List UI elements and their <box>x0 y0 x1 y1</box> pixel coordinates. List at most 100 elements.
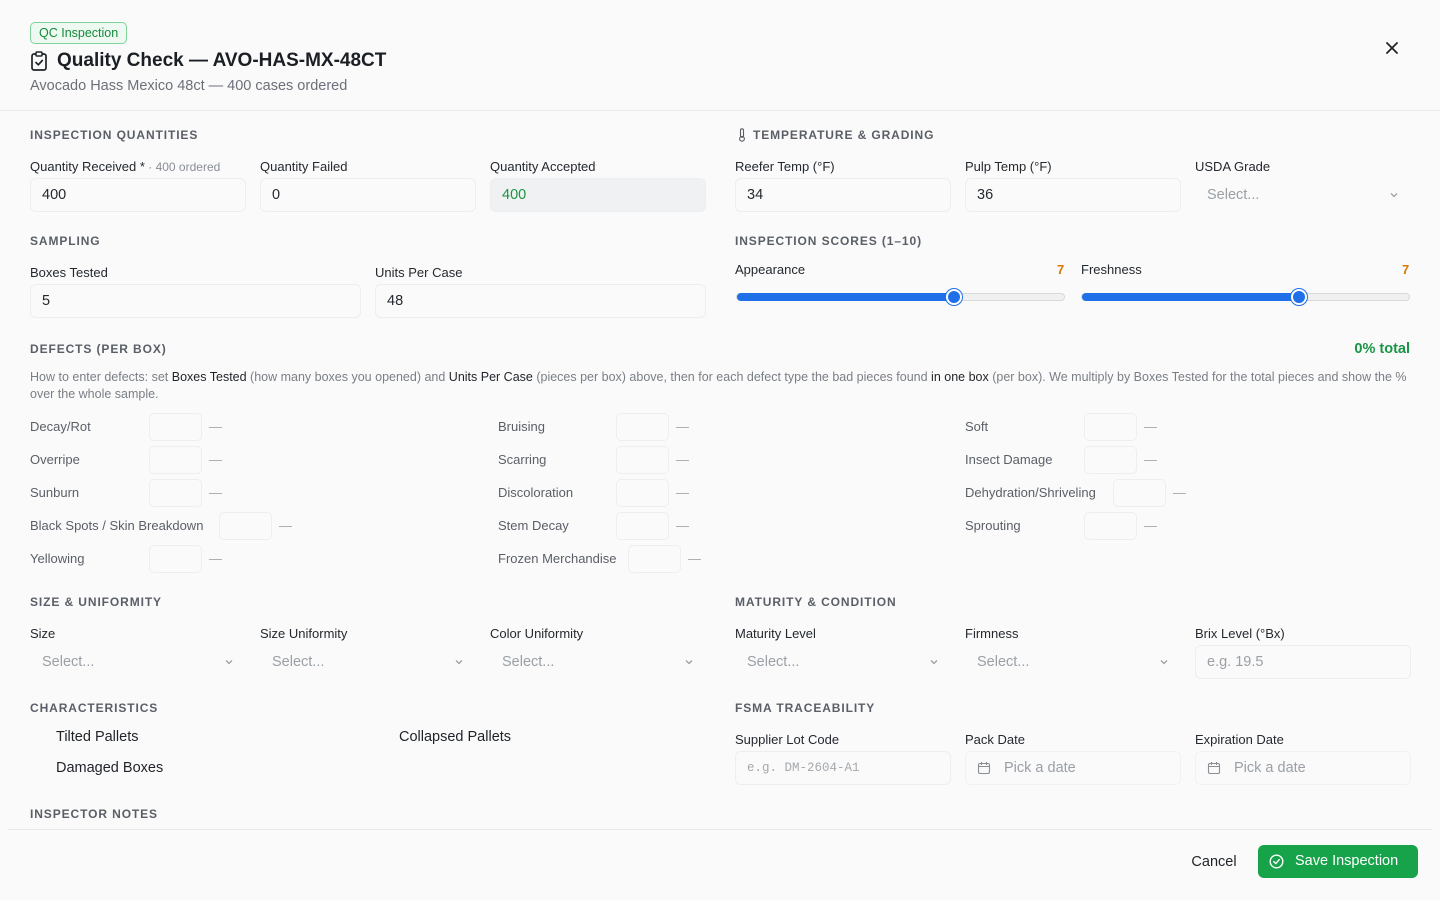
defect-percent-bruising: — <box>676 419 689 434</box>
checkbox-icon[interactable] <box>30 760 48 778</box>
inspection-scores-heading: INSPECTION SCORES (1–10) <box>735 234 922 248</box>
defect-label-dehydration-shriveling: Dehydration/Shriveling <box>965 485 1096 500</box>
defects-total: 0% total <box>1354 341 1410 357</box>
usda-grade-select[interactable]: Select... <box>1195 178 1411 212</box>
dialog-header: QC Inspection Quality Check — AVO-HAS-MX… <box>0 0 1440 111</box>
brix-level-input[interactable]: e.g. 19.5 <box>1195 645 1411 679</box>
supplier-lot-code-input[interactable]: e.g. DM-2604-A1 <box>735 751 951 785</box>
pulp-temp-input[interactable]: 36 <box>965 178 1181 212</box>
defect-percent-discoloration: — <box>676 485 689 500</box>
freshness-slider-fill <box>1082 293 1299 301</box>
defect-label-sprouting: Sprouting <box>965 518 1021 533</box>
defect-input-scarring[interactable] <box>616 446 669 474</box>
defect-percent-soft: — <box>1144 419 1157 434</box>
save-inspection-button[interactable]: Save Inspection <box>1258 845 1418 878</box>
appearance-score: 7 <box>1057 262 1065 277</box>
boxes-tested-input[interactable]: 5 <box>30 284 361 318</box>
damaged-boxes-checkbox[interactable]: Damaged Boxes <box>56 760 163 776</box>
defect-input-bruising[interactable] <box>616 413 669 441</box>
defect-input-sunburn[interactable] <box>149 479 202 507</box>
quantity-received-label: Quantity Received * · 400 ordered <box>30 159 221 174</box>
units-per-case-input[interactable]: 48 <box>375 284 706 318</box>
firmness-placeholder: Select... <box>977 654 1030 670</box>
defect-label-bruising: Bruising <box>498 419 545 434</box>
size-select[interactable]: Select... <box>30 645 246 679</box>
defect-input-decay-rot[interactable] <box>149 413 202 441</box>
expiration-date-picker[interactable]: Pick a date <box>1195 751 1411 785</box>
color-uniformity-select[interactable]: Select... <box>490 645 706 679</box>
defect-percent-stem-decay: — <box>676 518 689 533</box>
defect-label-soft: Soft <box>965 419 989 434</box>
quantity-received-input[interactable]: 400 <box>30 178 246 212</box>
defects-heading: DEFECTS (PER BOX) <box>30 342 167 356</box>
size-uniformity-label: Size Uniformity <box>260 626 348 641</box>
maturity-level-select[interactable]: Select... <box>735 645 951 679</box>
defect-label-discoloration: Discoloration <box>498 485 574 500</box>
firmness-select[interactable]: Select... <box>965 645 1181 679</box>
usda-grade-placeholder: Select... <box>1207 187 1260 203</box>
chevron-down-icon <box>1160 660 1168 665</box>
checkbox-icon[interactable] <box>373 729 391 747</box>
close-icon[interactable] <box>1382 38 1402 58</box>
defect-percent-dehydration-shriveling: — <box>1173 485 1186 500</box>
chevron-down-icon <box>930 660 938 665</box>
expiration-date-label: Expiration Date <box>1195 732 1284 747</box>
defect-input-black-spots-skin-breakdown[interactable] <box>219 512 272 540</box>
appearance-slider[interactable] <box>736 289 1065 305</box>
dialog-subtitle: Avocado Hass Mexico 48ct — 400 cases ord… <box>30 78 348 94</box>
cancel-button[interactable]: Cancel <box>1176 846 1252 878</box>
reefer-temp-input[interactable]: 34 <box>735 178 951 212</box>
characteristics-heading: CHARACTERISTICS <box>30 701 159 715</box>
clipboard-check-icon <box>31 51 47 71</box>
defect-input-sprouting[interactable] <box>1084 512 1137 540</box>
ordered-hint: · 400 ordered <box>144 160 221 174</box>
reefer-temp-label: Reefer Temp (°F) <box>735 159 835 174</box>
defect-percent-overripe: — <box>209 452 222 467</box>
defect-label-stem-decay: Stem Decay <box>498 518 569 533</box>
defect-input-stem-decay[interactable] <box>616 512 669 540</box>
quantity-failed-input[interactable]: 0 <box>260 178 476 212</box>
firmness-label: Firmness <box>965 626 1019 641</box>
chevron-down-icon <box>225 660 233 665</box>
defect-percent-sunburn: — <box>209 485 222 500</box>
appearance-slider-thumb[interactable] <box>946 289 962 305</box>
size-placeholder: Select... <box>42 654 95 670</box>
freshness-score: 7 <box>1402 262 1410 277</box>
boxes-tested-label: Boxes Tested <box>30 265 108 280</box>
defect-percent-black-spots-skin-breakdown: — <box>279 518 292 533</box>
defect-input-yellowing[interactable] <box>149 545 202 573</box>
size-uniformity-heading: SIZE & UNIFORMITY <box>30 595 162 609</box>
collapsed-pallets-checkbox[interactable]: Collapsed Pallets <box>399 729 511 745</box>
defect-input-dehydration-shriveling[interactable] <box>1113 479 1166 507</box>
defect-label-scarring: Scarring <box>498 452 547 467</box>
size-uniformity-placeholder: Select... <box>272 654 325 670</box>
defect-percent-insect-damage: — <box>1144 452 1157 467</box>
temperature-grading-heading: TEMPERATURE & GRADING <box>753 128 935 142</box>
size-uniformity-select[interactable]: Select... <box>260 645 476 679</box>
inspector-notes-heading: INSPECTOR NOTES <box>30 807 158 821</box>
save-inspection-label: Save Inspection <box>1295 853 1399 869</box>
calendar-icon <box>1207 762 1221 775</box>
calendar-icon <box>977 762 991 775</box>
defect-label-yellowing: Yellowing <box>30 551 85 566</box>
defect-percent-sprouting: — <box>1144 518 1157 533</box>
freshness-slider-thumb[interactable] <box>1291 289 1307 305</box>
dialog-title: Quality Check — AVO-HAS-MX-48CT <box>57 50 387 71</box>
defect-input-discoloration[interactable] <box>616 479 669 507</box>
thermometer-icon <box>739 128 745 142</box>
defect-input-frozen-merchandise[interactable] <box>628 545 681 573</box>
chevron-down-icon <box>455 660 463 665</box>
defect-input-insect-damage[interactable] <box>1084 446 1137 474</box>
pack-date-picker[interactable]: Pick a date <box>965 751 1181 785</box>
fsma-traceability-heading: FSMA TRACEABILITY <box>735 701 876 715</box>
tilted-pallets-checkbox[interactable]: Tilted Pallets <box>56 729 138 745</box>
maturity-condition-heading: MATURITY & CONDITION <box>735 595 897 609</box>
defect-input-soft[interactable] <box>1084 413 1137 441</box>
tilted-pallets-label: Tilted Pallets <box>56 729 139 745</box>
defect-label-sunburn: Sunburn <box>30 485 80 500</box>
appearance-label: Appearance <box>735 262 806 277</box>
freshness-slider[interactable] <box>1081 289 1410 305</box>
defect-input-overripe[interactable] <box>149 446 202 474</box>
defect-label-frozen-merchandise: Frozen Merchandise <box>498 551 617 566</box>
checkbox-icon[interactable] <box>30 729 48 747</box>
